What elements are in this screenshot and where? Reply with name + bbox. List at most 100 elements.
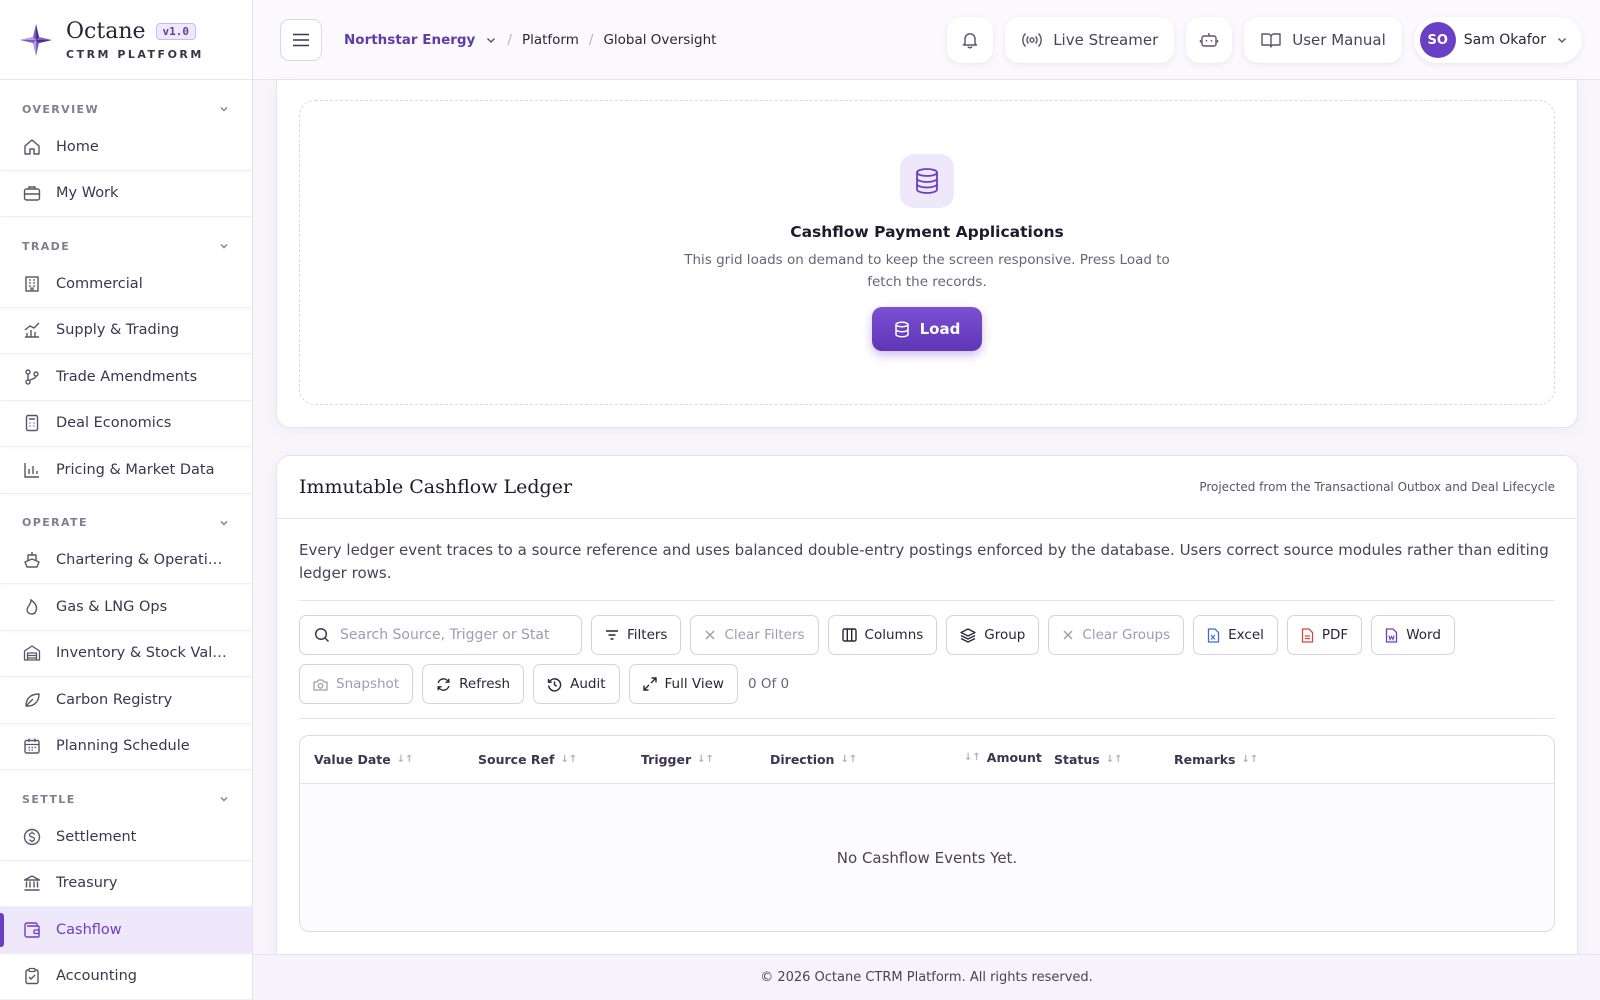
- export-excel-button[interactable]: Excel: [1193, 615, 1278, 655]
- sidebar-item-label: Gas & LNG Ops: [56, 598, 168, 615]
- audit-button[interactable]: Audit: [533, 664, 620, 704]
- group-label: Group: [984, 627, 1026, 643]
- card-description: Every ledger event traces to a source re…: [299, 539, 1555, 601]
- word-label: Word: [1406, 627, 1441, 643]
- open-book-icon: [1261, 33, 1281, 48]
- sidebar-item-label: Carbon Registry: [56, 691, 173, 708]
- group-button[interactable]: Group: [946, 615, 1040, 655]
- cashflow-ledger-card: Immutable Cashflow Ledger Projected from…: [276, 455, 1578, 1000]
- columns-button[interactable]: Columns: [827, 615, 938, 655]
- clear-filters-button[interactable]: Clear Filters: [690, 615, 819, 655]
- database-badge: [900, 154, 954, 208]
- notifications-button[interactable]: [947, 17, 994, 63]
- sidebar-item-trade-amendments[interactable]: Trade Amendments: [0, 354, 252, 401]
- database-icon: [894, 321, 909, 337]
- calendar-icon: [24, 738, 40, 754]
- filters-button[interactable]: Filters: [591, 615, 682, 655]
- sidebar-item-home[interactable]: Home: [0, 124, 252, 171]
- column-header-source-ref[interactable]: Source Ref ↓↑: [478, 752, 577, 767]
- column-header-trigger[interactable]: Trigger ↓↑: [641, 752, 714, 767]
- snapshot-button[interactable]: Snapshot: [299, 664, 414, 704]
- sidebar-item-label: Inventory & Stock Valua...: [56, 645, 231, 662]
- coin-icon: [23, 828, 41, 845]
- menu-toggle-button[interactable]: [280, 18, 322, 61]
- sidebar-item-accounting[interactable]: Accounting: [0, 954, 252, 1000]
- brand-subtitle: CTRM PLATFORM: [66, 47, 204, 61]
- octane-star-logo-icon: [20, 23, 52, 56]
- flame-icon: [26, 598, 38, 615]
- sidebar-item-planning-schedule[interactable]: Planning Schedule: [0, 724, 252, 770]
- search-field[interactable]: [299, 615, 582, 655]
- brand: Octane v1.0 CTRM PLATFORM: [0, 0, 252, 80]
- filter-lines-icon: [606, 630, 618, 640]
- topbar-actions: Live Streamer User Manual SO Sam Okafor: [935, 17, 1582, 63]
- assistant-bot-button[interactable]: [1186, 17, 1233, 63]
- sidebar-item-carbon-registry[interactable]: Carbon Registry: [0, 677, 252, 724]
- avatar: SO: [1419, 22, 1456, 58]
- nav-section-trade[interactable]: TRADE: [0, 231, 252, 261]
- breadcrumb-platform[interactable]: Platform: [522, 32, 579, 48]
- copyright-text: © 2026 Octane CTRM Platform. All rights …: [760, 970, 1093, 985]
- export-word-button[interactable]: Word: [1371, 615, 1455, 655]
- sidebar-item-settlement[interactable]: Settlement: [0, 814, 252, 861]
- organization-selector[interactable]: Northstar Energy: [344, 32, 497, 48]
- sidebar-item-supply-trading[interactable]: Supply & Trading: [0, 308, 252, 354]
- live-streamer-button[interactable]: Live Streamer: [1005, 17, 1175, 63]
- user-menu[interactable]: SO Sam Okafor: [1413, 17, 1582, 63]
- pdf-file-icon: [1301, 627, 1314, 643]
- load-button[interactable]: Load: [871, 307, 983, 351]
- sidebar-item-label: Home: [56, 138, 99, 155]
- payment-applications-card: Cashflow Payment Applications This grid …: [276, 80, 1578, 428]
- nav-section-settle[interactable]: SETTLE: [0, 784, 252, 814]
- search-input[interactable]: [340, 627, 550, 643]
- nav-section-overview[interactable]: OVERVIEW: [0, 94, 252, 124]
- card-title: Immutable Cashflow Ledger: [299, 476, 573, 498]
- column-header-remarks[interactable]: Remarks ↓↑: [1174, 752, 1258, 767]
- sidebar-item-cashflow[interactable]: Cashflow: [0, 907, 252, 954]
- ship-icon: [24, 552, 40, 568]
- sidebar-item-label: Deal Economics: [56, 415, 172, 432]
- sidebar-item-deal-economics[interactable]: Deal Economics: [0, 401, 252, 447]
- user-manual-button[interactable]: User Manual: [1244, 17, 1402, 63]
- footer: © 2026 Octane CTRM Platform. All rights …: [253, 954, 1600, 1000]
- word-file-icon: [1386, 627, 1398, 643]
- sidebar-item-chartering-operations[interactable]: Chartering & Operations: [0, 538, 252, 584]
- sort-icon: ↓↑: [697, 754, 714, 765]
- organization-name: Northstar Energy: [344, 31, 476, 48]
- close-icon: [1063, 630, 1073, 640]
- sidebar-item-label: Commercial: [56, 275, 143, 292]
- brand-name: Octane: [66, 18, 146, 44]
- column-header-value-date[interactable]: Value Date ↓↑: [314, 752, 413, 767]
- sidebar-item-commercial[interactable]: Commercial: [0, 261, 252, 308]
- breadcrumb-global-oversight[interactable]: Global Oversight: [603, 32, 716, 48]
- refresh-icon: [437, 677, 450, 691]
- full-view-button[interactable]: Full View: [628, 664, 738, 704]
- sidebar-item-label: Accounting: [56, 968, 137, 985]
- column-label: Status: [1054, 752, 1100, 767]
- clear-groups-button[interactable]: Clear Groups: [1048, 615, 1185, 655]
- column-header-direction[interactable]: Direction ↓↑: [770, 752, 857, 767]
- sidebar-item-label: Chartering & Operations: [56, 552, 231, 569]
- refresh-button[interactable]: Refresh: [422, 664, 525, 704]
- columns-label: Columns: [864, 627, 924, 643]
- clipboard-icon: [25, 968, 39, 985]
- nav-section-label: TRADE: [22, 239, 71, 253]
- warehouse-icon: [23, 645, 41, 661]
- export-pdf-button[interactable]: PDF: [1286, 615, 1363, 655]
- nav-section-operate[interactable]: OPERATE: [0, 508, 252, 538]
- sidebar-item-pricing-market-data[interactable]: Pricing & Market Data: [0, 447, 252, 494]
- chevron-down-icon: [220, 520, 228, 525]
- camera-icon: [313, 678, 328, 691]
- sidebar-item-label: Settlement: [56, 828, 137, 845]
- robot-icon: [1200, 33, 1219, 47]
- sidebar-item-inventory-stock[interactable]: Inventory & Stock Valua...: [0, 631, 252, 677]
- sidebar-item-my-work[interactable]: My Work: [0, 171, 252, 217]
- sort-icon: ↓↑: [396, 754, 414, 765]
- column-header-status[interactable]: Status ↓↑: [1054, 752, 1123, 767]
- column-label: Remarks: [1174, 752, 1236, 767]
- sidebar-item-gas-lng-ops[interactable]: Gas & LNG Ops: [0, 584, 252, 631]
- empty-state-message: No Cashflow Events Yet.: [836, 848, 1018, 867]
- sidebar-item-treasury[interactable]: Treasury: [0, 861, 252, 907]
- briefcase-icon: [23, 186, 41, 201]
- column-header-amount[interactable]: ↓↑ Amount: [964, 750, 1042, 765]
